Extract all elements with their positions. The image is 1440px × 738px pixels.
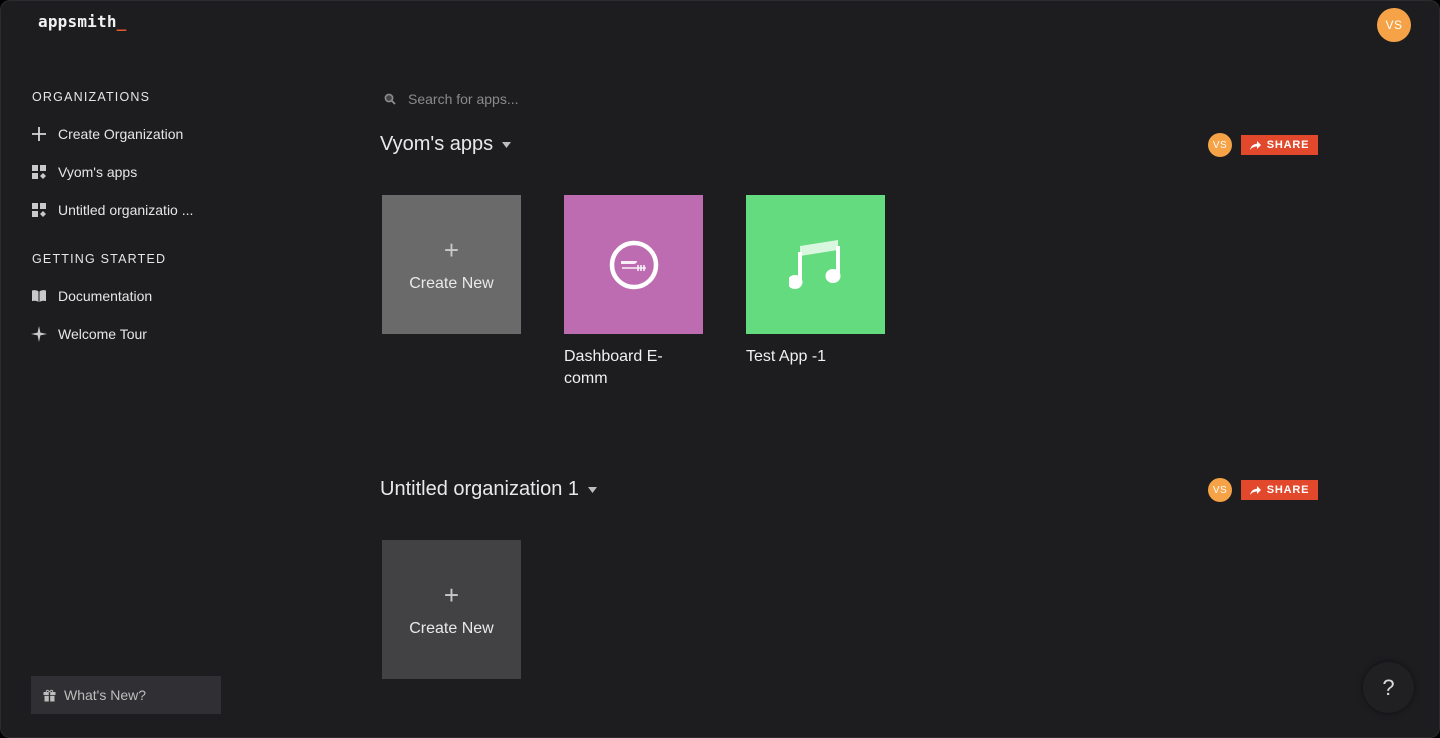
help-button[interactable]: ? xyxy=(1363,662,1414,713)
sidebar-item-label: Vyom's apps xyxy=(58,164,138,180)
organizations-heading: ORGANIZATIONS xyxy=(32,90,151,104)
user-avatar[interactable]: VS xyxy=(1377,8,1411,42)
share-arrow-icon xyxy=(1249,140,1261,150)
plus-icon xyxy=(31,126,47,142)
search-input[interactable] xyxy=(408,91,708,107)
sidebar-item-untitled-organization[interactable]: Untitled organizatio ... xyxy=(31,199,193,221)
plus-icon: + xyxy=(443,234,460,265)
app-name-dashboard-ecomm[interactable]: Dashboard E-comm xyxy=(564,346,703,390)
sidebar-item-create-organization[interactable]: Create Organization xyxy=(31,123,183,145)
sidebar-item-welcome-tour[interactable]: Welcome Tour xyxy=(31,323,147,345)
getting-started-heading: GETTING STARTED xyxy=(32,252,167,266)
music-note-icon xyxy=(788,238,843,292)
org-title-vyoms-apps[interactable]: Vyom's apps xyxy=(380,133,512,156)
whats-new-button[interactable]: What's New? xyxy=(31,676,221,714)
create-new-app-card[interactable]: + Create New xyxy=(382,540,521,679)
create-new-app-card[interactable]: + Create New xyxy=(382,195,521,334)
app-window: appsmith_ VS ORGANIZATIONS Create Organi… xyxy=(0,0,1440,738)
search-icon xyxy=(384,93,396,105)
member-avatar[interactable]: VS xyxy=(1208,133,1232,157)
sparkle-icon xyxy=(31,326,47,342)
sidebar: ORGANIZATIONS Create Organization Vyom's… xyxy=(1,1,301,737)
plus-icon: + xyxy=(443,579,460,610)
sidebar-item-label: Welcome Tour xyxy=(58,326,147,342)
sidebar-item-vyoms-apps[interactable]: Vyom's apps xyxy=(31,161,137,183)
share-button[interactable]: SHARE xyxy=(1241,135,1318,155)
app-card-dashboard-ecomm[interactable] xyxy=(564,195,703,334)
sidebar-item-label: Documentation xyxy=(58,288,153,304)
whats-new-label: What's New? xyxy=(64,687,147,703)
book-icon xyxy=(31,288,47,304)
org-title-untitled-organization-1[interactable]: Untitled organization 1 xyxy=(380,478,598,501)
share-arrow-icon xyxy=(1249,485,1261,495)
create-new-label: Create New xyxy=(409,619,494,637)
gift-icon xyxy=(43,689,56,702)
share-button[interactable]: SHARE xyxy=(1241,480,1318,500)
share-label: SHARE xyxy=(1266,139,1310,151)
app-card-test-app[interactable] xyxy=(746,195,885,334)
org-name: Vyom's apps xyxy=(380,133,494,155)
app-name-test-app[interactable]: Test App -1 xyxy=(746,346,885,368)
caret-down-icon xyxy=(588,486,598,493)
sidebar-item-label: Create Organization xyxy=(58,126,184,142)
share-label: SHARE xyxy=(1266,484,1310,496)
grid-icon xyxy=(31,164,47,180)
org-name: Untitled organization 1 xyxy=(380,478,580,500)
search-bar xyxy=(384,91,708,107)
org-actions: VS SHARE xyxy=(1208,133,1318,157)
create-new-label: Create New xyxy=(409,274,494,292)
sidebar-item-label: Untitled organizatio ... xyxy=(58,202,194,218)
member-avatar[interactable]: VS xyxy=(1208,478,1232,502)
caret-down-icon xyxy=(502,141,512,148)
grid-icon xyxy=(31,202,47,218)
org-actions: VS SHARE xyxy=(1208,478,1318,502)
sidebar-item-documentation[interactable]: Documentation xyxy=(31,285,152,307)
restaurant-icon xyxy=(608,239,660,291)
